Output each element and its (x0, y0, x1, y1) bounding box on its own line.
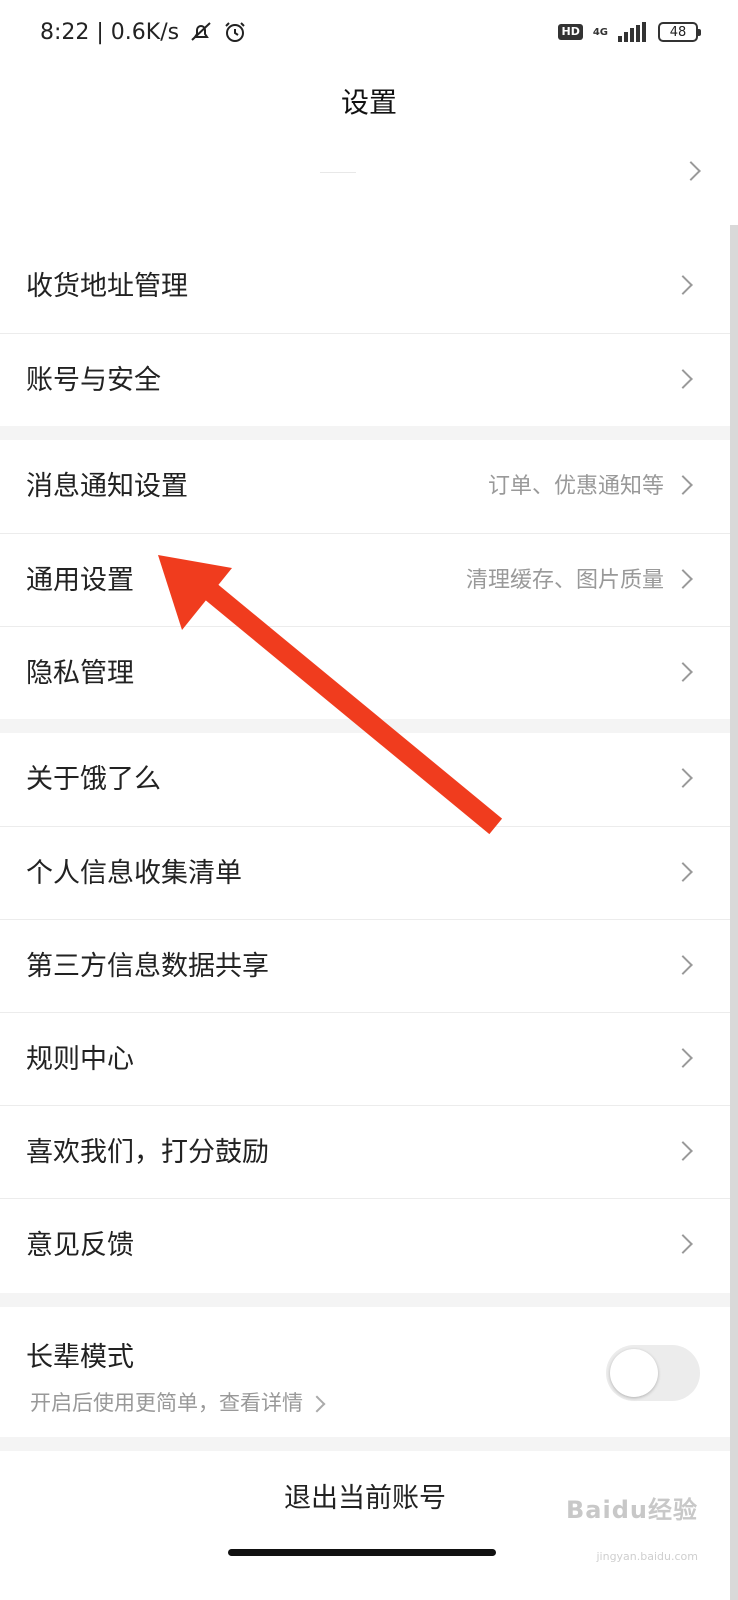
baidu-watermark: Baidu经验 (566, 1496, 698, 1524)
item-label: 收货地址管理 (26, 271, 188, 302)
item-label: 关于饿了么 (26, 764, 161, 795)
item-label: 消息通知设置 (26, 471, 188, 502)
item-subtitle: 清理缓存、图片质量 (465, 568, 664, 593)
section-divider (0, 719, 730, 733)
settings-item-privacy[interactable]: 隐私管理 (0, 626, 730, 719)
bell-muted-icon (191, 22, 211, 41)
settings-section-2: 消息通知设置 订单、优惠通知等 通用设置 清理缓存、图片质量 隐私管理 (0, 440, 730, 719)
hd-badge: HD (558, 24, 583, 40)
time-speed: 8:22 | 0.6K/s (40, 19, 180, 45)
status-left: 8:22 | 0.6K/s (40, 20, 247, 45)
chevron-right-icon (673, 768, 693, 788)
settings-item-rules-center[interactable]: 规则中心 (0, 1012, 730, 1105)
item-label: 意见反馈 (26, 1230, 134, 1261)
chevron-right-icon (308, 1395, 326, 1413)
status-right: HD 4G 48 (558, 22, 701, 42)
settings-item-feedback[interactable]: 意见反馈 (0, 1198, 730, 1291)
scrollbar[interactable] (730, 225, 738, 1600)
item-label: 隐私管理 (26, 658, 134, 689)
settings-item-personal-info-list[interactable]: 个人信息收集清单 (0, 826, 730, 919)
section-divider (0, 1293, 730, 1307)
chevron-right-icon (673, 369, 693, 389)
settings-item-about[interactable]: 关于饿了么 (0, 733, 730, 826)
chevron-right-icon (673, 1048, 693, 1068)
item-label: 喜欢我们，打分鼓励 (26, 1137, 269, 1168)
network-type: 4G (592, 26, 608, 38)
section-divider (0, 426, 730, 440)
elder-mode-toggle[interactable] (606, 1345, 700, 1401)
settings-item-general[interactable]: 通用设置 清理缓存、图片质量 (0, 533, 730, 626)
chevron-right-icon (673, 1234, 693, 1254)
status-bar: 8:22 | 0.6K/s HD 4G 48 (0, 0, 738, 64)
settings-item-third-party-sharing[interactable]: 第三方信息数据共享 (0, 919, 730, 1012)
elder-mode-title: 长辈模式 (26, 1342, 134, 1373)
item-label: 账号与安全 (26, 365, 161, 396)
elder-mode-row: 长辈模式 开启后使用更简单，查看详情 (0, 1307, 730, 1437)
chevron-right-icon (673, 662, 693, 682)
settings-item-rate-us[interactable]: 喜欢我们，打分鼓励 (0, 1105, 730, 1198)
item-label: 规则中心 (26, 1044, 134, 1075)
signal-icon (618, 22, 646, 42)
chevron-right-icon (673, 275, 693, 295)
chevron-right-icon (673, 569, 693, 589)
item-label: 通用设置 (26, 565, 134, 596)
battery-icon: 48 (658, 22, 701, 42)
settings-item-account-security[interactable]: 账号与安全 (0, 333, 730, 426)
profile-placeholder (320, 172, 356, 173)
chevron-right-icon (673, 862, 693, 882)
elder-mode-subtitle: 开启后使用更简单，查看详情 (30, 1391, 303, 1415)
home-indicator[interactable] (228, 1549, 496, 1556)
toggle-knob (610, 1349, 658, 1397)
item-label: 第三方信息数据共享 (26, 951, 269, 982)
settings-section-3: 关于饿了么 个人信息收集清单 第三方信息数据共享 规则中心 喜欢我们，打分鼓励 … (0, 733, 730, 1291)
elder-mode-details-link[interactable]: 开启后使用更简单，查看详情 (30, 1387, 326, 1417)
section-divider (0, 1437, 730, 1451)
baidu-watermark-url: jingyan.baidu.com (596, 1550, 698, 1563)
settings-item-notifications[interactable]: 消息通知设置 订单、优惠通知等 (0, 440, 730, 533)
profile-row[interactable] (0, 140, 738, 240)
chevron-right-icon (673, 1141, 693, 1161)
chevron-right-icon (681, 161, 701, 181)
settings-section-1: 收货地址管理 账号与安全 (0, 240, 730, 426)
chevron-right-icon (673, 475, 693, 495)
item-label: 个人信息收集清单 (26, 858, 242, 889)
alarm-icon (225, 22, 245, 42)
page-title: 设置 (340, 86, 397, 119)
item-subtitle: 订单、优惠通知等 (487, 474, 664, 499)
battery-level: 48 (669, 24, 687, 40)
settings-item-address[interactable]: 收货地址管理 (0, 240, 730, 333)
chevron-right-icon (673, 955, 693, 975)
